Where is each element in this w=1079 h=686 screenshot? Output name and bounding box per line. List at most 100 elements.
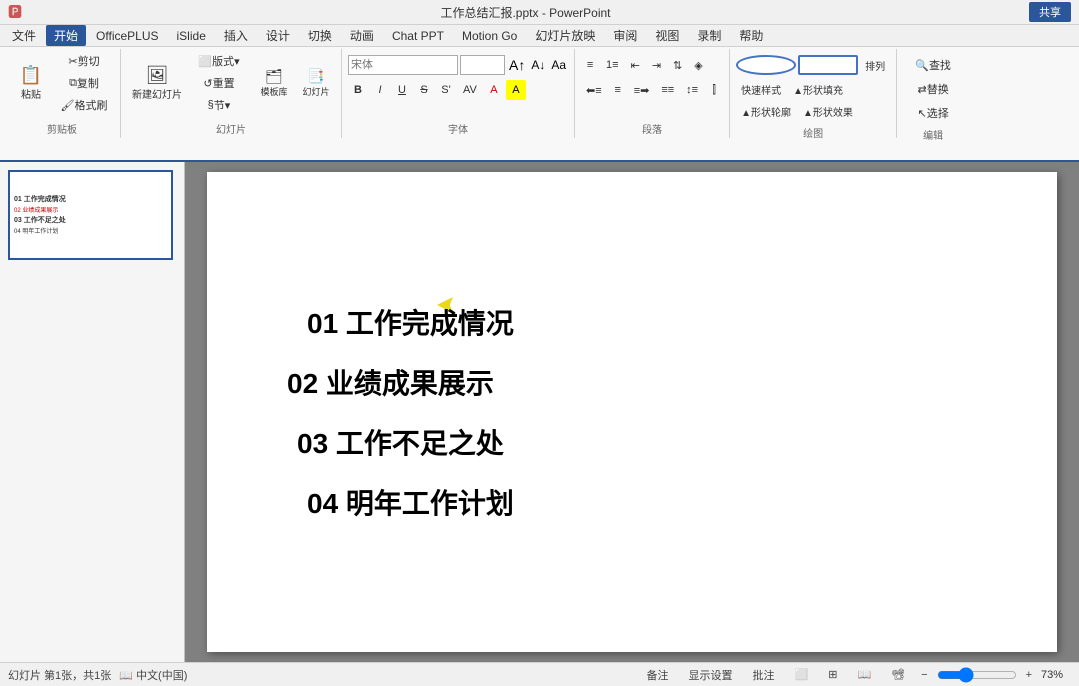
- clear-format[interactable]: Aa: [549, 58, 568, 72]
- italic-button[interactable]: I: [370, 80, 390, 100]
- status-left: 幻灯片 第1张，共1张 📖 中文(中国): [8, 667, 187, 683]
- slide-lib-button[interactable]: 📑 幻灯片: [297, 63, 335, 103]
- paste-label: 粘贴: [21, 86, 41, 101]
- menu-item-officeplus[interactable]: OfficePLUS: [88, 27, 166, 45]
- slide-lib-label: 幻灯片: [302, 85, 329, 98]
- align-right-button[interactable]: ≡➡: [629, 80, 655, 100]
- share-button[interactable]: 共享: [1029, 2, 1071, 22]
- canvas-area[interactable]: 01 工作完成情况 02 业绩成果展示 03 工作不足之处 04 明年工作计划: [185, 162, 1079, 662]
- line-spacing-button[interactable]: ↕≡: [681, 80, 703, 100]
- status-right: 备注 显示设置 批注 ⬜ ⊞ 📖 📽 − + 73%: [640, 665, 1071, 685]
- template-label: 模板库: [260, 85, 287, 98]
- font-name-input[interactable]: [348, 55, 458, 75]
- justify-button[interactable]: ≡≡: [656, 80, 679, 100]
- reset-button[interactable]: ↺ 重置: [189, 73, 249, 93]
- file-title: 工作总结汇报.pptx - PowerPoint: [440, 4, 610, 21]
- menu-item-animations[interactable]: 动画: [342, 25, 382, 46]
- slide-line-2: 02 业绩成果展示: [287, 362, 494, 402]
- comments-button[interactable]: 批注: [746, 665, 782, 685]
- ribbon-group-editing: 🔍 查找 ⇄ 替换 ↖ 选择 编辑: [897, 49, 969, 138]
- menu-item-file[interactable]: 文件: [4, 25, 44, 46]
- ribbon-group-paragraph: ≡ 1≡ ⇤ ⇥ ⇅ ◈ ⬅≡ ≡ ≡➡ ≡≡ ↕≡ ⫿ 段落: [575, 49, 730, 138]
- align-left-button[interactable]: ⬅≡: [581, 80, 607, 100]
- menu-item-record[interactable]: 录制: [689, 25, 729, 46]
- numbered-list-button[interactable]: 1≡: [601, 55, 624, 75]
- normal-view-button[interactable]: ⬜: [788, 666, 816, 683]
- new-slide-label: 新建幻灯片: [132, 86, 182, 101]
- shape-outline-button[interactable]: ▲形状轮廓: [736, 101, 796, 121]
- cut-button[interactable]: ✂ 剪切: [54, 51, 114, 71]
- indent-increase-button[interactable]: ⇥: [647, 55, 666, 75]
- zoom-slider[interactable]: [937, 668, 1017, 682]
- menu-item-help[interactable]: 帮助: [731, 25, 771, 46]
- slide-info: 幻灯片 第1张，共1张: [8, 667, 111, 683]
- zoom-minus[interactable]: −: [918, 669, 930, 681]
- editing-row: 🔍 查找 ⇄ 替换 ↖ 选择: [903, 55, 963, 123]
- presenter-view-button[interactable]: 📽: [884, 666, 912, 683]
- text-color-button[interactable]: A: [484, 80, 504, 100]
- notes-button[interactable]: 备注: [640, 665, 676, 685]
- slide-sorter-button[interactable]: ⊞: [821, 666, 844, 683]
- reading-view-button[interactable]: 📖: [850, 666, 878, 683]
- text-shadow-button[interactable]: S': [436, 80, 456, 100]
- drawing-row: 排列 快速样式 ▲形状填充 ▲形状轮廓 ▲形状效果: [736, 55, 890, 121]
- new-slide-icon: 🖼: [146, 66, 169, 84]
- slide-thumbnail-1[interactable]: 1 01 工作完成情况 02 业绩成果展示 03 工作不足之处 04 明年工作计…: [8, 170, 173, 260]
- arrange-button[interactable]: 排列: [860, 55, 890, 75]
- clipboard-row: 📋 粘贴 ✂ 剪切 ⧉ 复制 🖌 格式刷: [10, 51, 114, 115]
- display-settings-button[interactable]: 显示设置: [682, 665, 740, 685]
- new-slide-button[interactable]: 🖼 新建幻灯片: [127, 62, 187, 105]
- shape1-button[interactable]: [736, 55, 796, 75]
- strikethrough-button[interactable]: S: [414, 80, 434, 100]
- menu-item-view[interactable]: 视图: [647, 25, 687, 46]
- bold-button[interactable]: B: [348, 80, 368, 100]
- paste-button[interactable]: 📋 粘贴: [10, 62, 52, 105]
- quick-styles-button[interactable]: 快速样式: [736, 79, 786, 99]
- zoom-plus[interactable]: +: [1023, 669, 1035, 681]
- replace-button[interactable]: ⇄ 替换: [903, 79, 963, 99]
- menu-item-home[interactable]: 开始: [46, 25, 86, 46]
- title-right: 共享: [1029, 2, 1071, 22]
- ribbon-group-drawing: 排列 快速样式 ▲形状填充 ▲形状轮廓 ▲形状效果 绘图: [730, 49, 897, 138]
- template-button[interactable]: 🗂 模板库: [255, 63, 293, 103]
- menu-item-motionco[interactable]: Motion Go: [454, 27, 525, 45]
- slide-content[interactable]: 01 工作完成情况 02 业绩成果展示 03 工作不足之处 04 明年工作计划: [207, 172, 1057, 652]
- slide-canvas[interactable]: 01 工作完成情况 02 业绩成果展示 03 工作不足之处 04 明年工作计划: [207, 172, 1057, 652]
- font-row1: 28 A↑ A↓ Aa: [348, 55, 568, 75]
- text-direction-button[interactable]: ⇅: [668, 55, 687, 75]
- slide-lib-icon: 📑: [307, 69, 324, 83]
- layout-button[interactable]: ⬜ 版式▾: [189, 51, 249, 71]
- font-size-increase[interactable]: A↑: [507, 57, 527, 73]
- align-center-button[interactable]: ≡: [609, 80, 627, 100]
- font-size-input[interactable]: 28: [460, 55, 505, 75]
- bullet-list-button[interactable]: ≡: [581, 55, 599, 75]
- title-left: 🅿: [8, 2, 22, 22]
- highlight-button[interactable]: A: [506, 80, 526, 100]
- indent-decrease-button[interactable]: ⇤: [626, 55, 645, 75]
- menu-item-design[interactable]: 设计: [258, 25, 298, 46]
- shape-fill-button[interactable]: ▲形状填充: [788, 79, 848, 99]
- drawing-label: 绘图: [736, 123, 890, 140]
- slides-row: 🖼 新建幻灯片 ⬜ 版式▾ ↺ 重置 § 节▾ 🗂 模板库 📑: [127, 51, 335, 115]
- format-painter-button[interactable]: 🖌 格式刷: [54, 95, 114, 115]
- menu-item-insert[interactable]: 插入: [216, 25, 256, 46]
- menu-item-review[interactable]: 审阅: [605, 25, 645, 46]
- columns-button[interactable]: ⫿: [705, 80, 723, 100]
- copy-button[interactable]: ⧉ 复制: [54, 73, 114, 93]
- section-button[interactable]: § 节▾: [189, 95, 249, 115]
- font-size-decrease[interactable]: A↓: [529, 58, 547, 72]
- find-button[interactable]: 🔍 查找: [903, 55, 963, 75]
- select-button[interactable]: ↖ 选择: [903, 103, 963, 123]
- char-spacing-button[interactable]: AV: [458, 80, 482, 100]
- shape-effect-button[interactable]: ▲形状效果: [798, 101, 858, 121]
- menu-item-transitions[interactable]: 切换: [300, 25, 340, 46]
- shape2-button[interactable]: [798, 55, 858, 75]
- convert-to-smartart-button[interactable]: ◈: [689, 55, 707, 75]
- menu-item-islide[interactable]: iSlide: [169, 27, 214, 45]
- underline-button[interactable]: U: [392, 80, 412, 100]
- menu-item-slideshow[interactable]: 幻灯片放映: [527, 25, 603, 46]
- slides-label: 幻灯片: [127, 119, 335, 136]
- font-label: 字体: [348, 119, 568, 136]
- editing-label: 编辑: [903, 125, 963, 142]
- menu-item-chatppt[interactable]: Chat PPT: [384, 27, 452, 45]
